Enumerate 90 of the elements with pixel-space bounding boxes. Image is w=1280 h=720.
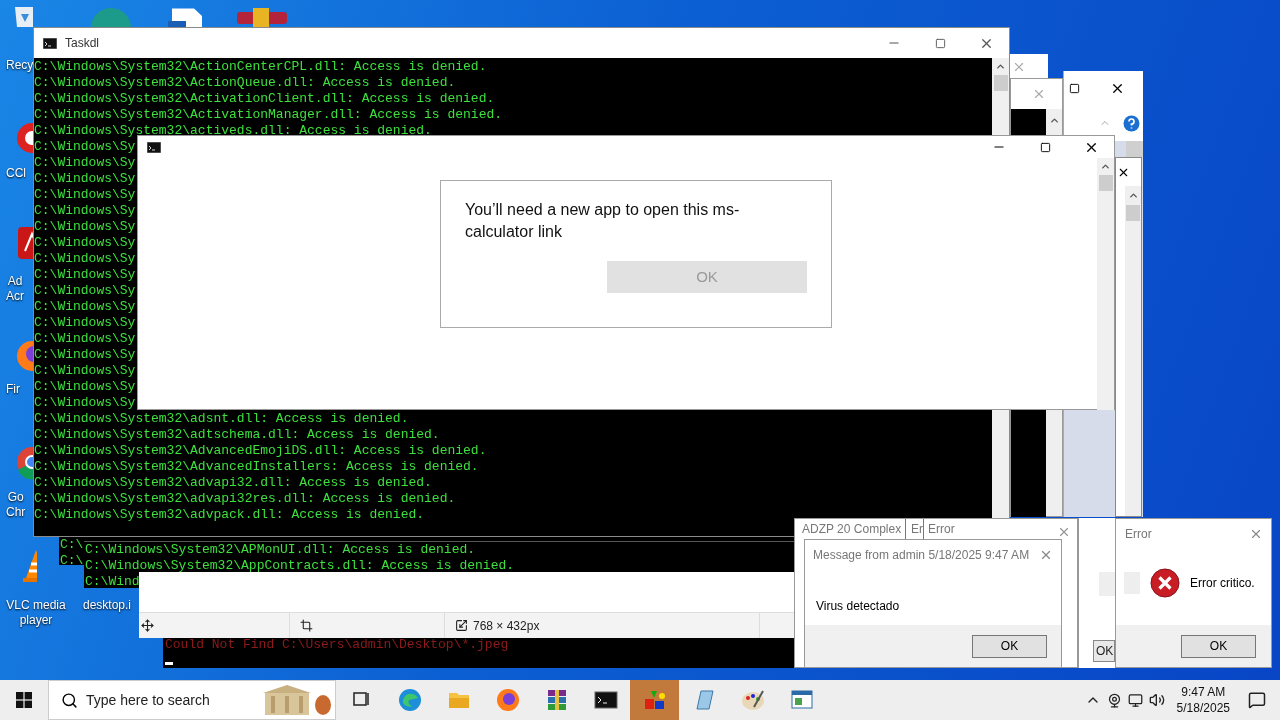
firefox-icon[interactable] bbox=[494, 687, 521, 713]
notifications-icon[interactable] bbox=[1248, 691, 1266, 709]
move-icon[interactable] bbox=[141, 619, 154, 632]
scroll-up-icon[interactable] bbox=[1100, 161, 1111, 172]
window-title: Error bbox=[928, 522, 955, 536]
scroll-up-icon[interactable] bbox=[1127, 190, 1139, 201]
error-icon bbox=[1150, 568, 1180, 598]
dialog-title: Error bbox=[1125, 526, 1152, 543]
edge-icon[interactable] bbox=[396, 687, 423, 713]
console-line: C:\Windows\Sy bbox=[34, 171, 136, 187]
ok-button[interactable]: OK bbox=[1093, 640, 1115, 662]
console-line: C:\Windows\System32\activeds.dll: Access is denied. bbox=[34, 123, 432, 139]
window-title: ADZP 20 Complex bbox=[802, 522, 903, 536]
search-icon bbox=[61, 691, 78, 709]
recycle-bin-icon bbox=[14, 4, 33, 27]
console-icon bbox=[43, 37, 57, 49]
console-line: C:\Wind bbox=[85, 574, 140, 590]
text-cursor bbox=[165, 662, 173, 665]
console-line: C:\Windows\Sy bbox=[34, 235, 136, 251]
console-line: C:\Windows\Sy bbox=[34, 267, 136, 283]
console-line: C:\Windows\System32\ActionQueue.dll: Access is denied. bbox=[34, 75, 456, 91]
console-line: C:\Windows\System32\ActivationClient.dll: Access is denied. bbox=[34, 91, 495, 107]
dialog-message: Virus detectado bbox=[816, 599, 900, 613]
console-line: C:\Windows\Sy bbox=[34, 139, 136, 155]
search-placeholder: Type here to search bbox=[86, 690, 210, 710]
desktop-icon-label[interactable]: Recy bbox=[6, 58, 34, 73]
scroll-thumb[interactable] bbox=[1126, 205, 1140, 221]
archive-icon bbox=[237, 8, 287, 27]
camera-icon[interactable] bbox=[1106, 692, 1122, 708]
console-line: C:\ bbox=[60, 537, 84, 553]
desktop-icon-label[interactable]: Go Chr bbox=[6, 490, 26, 520]
windows-icon bbox=[16, 692, 32, 708]
console-line: C:\Windows\Sy bbox=[34, 315, 136, 331]
dialog-title: Message from admin 5/18/2025 9:47 AM bbox=[813, 547, 1030, 564]
scrollbar[interactable] bbox=[1125, 186, 1141, 516]
console-line: C:\Windows\Sy bbox=[34, 283, 136, 299]
image-size: 768 × 432px bbox=[473, 617, 540, 635]
console-line: C:\Windows\Sy bbox=[34, 219, 136, 235]
network-icon[interactable] bbox=[1127, 692, 1143, 708]
crop-icon[interactable] bbox=[300, 619, 313, 632]
console-line: C:\Windows\System32\advapi32.dll: Access is denied. bbox=[34, 475, 432, 491]
console-line: C:\Windows\Sy bbox=[34, 331, 136, 347]
clock[interactable]: 9:47 AM 5/18/2025 bbox=[1172, 684, 1234, 716]
console-line: C:\Windows\Sy bbox=[34, 203, 136, 219]
console-line: C:\Windows\System32\AdvancedEmojiDS.dll: Access is denied. bbox=[34, 443, 487, 459]
error-line: Could Not Find C:\Users\admin\Desktop\*.jpeg bbox=[165, 638, 509, 652]
console-line: C:\Windows\System32\adtschema.dll: Access is denied. bbox=[34, 427, 440, 443]
scroll-thumb[interactable] bbox=[1098, 175, 1113, 191]
scrollbar[interactable] bbox=[1097, 158, 1114, 410]
desktop-icon-label[interactable]: Fir bbox=[6, 382, 20, 397]
console-line: C:\Windows\System32\advpack.dll: Access is denied. bbox=[34, 507, 425, 523]
console-line: C:\Windows\Sy bbox=[34, 395, 136, 411]
browser-icon bbox=[88, 7, 134, 27]
scrollbar[interactable] bbox=[992, 58, 1009, 135]
console-icon bbox=[147, 141, 161, 153]
window-title: Er bbox=[911, 522, 923, 536]
maximize-icon[interactable] bbox=[1039, 141, 1051, 153]
console-line: C:\Windows\Sy bbox=[34, 379, 136, 395]
console-line: C:\Windows\System32\advapi32res.dll: Access is denied. bbox=[34, 491, 456, 507]
scrollbar-track bbox=[1126, 141, 1143, 157]
volume-icon[interactable] bbox=[1148, 692, 1165, 708]
resize-icon bbox=[455, 619, 468, 632]
window-title: Taskdl bbox=[65, 35, 99, 52]
console-line: C:\Windows\System32\AdvancedInstallers: Access is denied. bbox=[34, 459, 479, 475]
search-field[interactable]: Type here to search bbox=[48, 680, 336, 720]
console-line: C:\ bbox=[60, 553, 84, 569]
desktop-icon-label[interactable]: Ad Acr bbox=[6, 274, 24, 304]
desktop-icon-label[interactable]: CCl bbox=[6, 166, 26, 181]
dialog-message: Error critico. bbox=[1190, 575, 1255, 592]
console-line: C:\Windows\Sy bbox=[34, 299, 136, 315]
scroll-up-icon[interactable] bbox=[995, 61, 1006, 72]
console-line: C:\Windows\Sy bbox=[34, 155, 136, 171]
maximize-icon[interactable] bbox=[1069, 82, 1080, 94]
console-line: C:\Windows\System32\ActivationManager.dll: Access is denied. bbox=[34, 107, 503, 123]
console-line: C:\Windows\Sy bbox=[34, 187, 136, 203]
scroll-thumb[interactable] bbox=[993, 75, 1008, 91]
help-icon[interactable] bbox=[1123, 114, 1140, 132]
scroll-up-icon[interactable] bbox=[1048, 115, 1060, 126]
ok-button[interactable]: OK bbox=[972, 634, 1047, 658]
console-line: C:\Windows\Sy bbox=[34, 363, 136, 379]
desktop-icon-label[interactable]: desktop.i bbox=[83, 598, 132, 613]
console-line: C:\Windows\System32\adsnt.dll: Access is denied. bbox=[34, 411, 409, 427]
console-line: C:\Windows\Sy bbox=[34, 251, 136, 267]
console-line: C:\Windows\System32\AppContracts.dll: Access is denied. bbox=[85, 558, 515, 574]
console-line: C:\Windows\System32\ActionCenterCPL.dll: Access is denied. bbox=[34, 59, 487, 75]
console-line: C:\Windows\System32\APMonUI.dll: Access is denied. bbox=[85, 542, 476, 558]
desktop-icon-label[interactable]: VLC media player bbox=[6, 598, 66, 628]
dialog-message: You’ll need a new app to open this ms-calculator link bbox=[465, 200, 741, 242]
ok-button[interactable]: OK bbox=[1181, 634, 1256, 658]
console-line: C:\Windows\Sy bbox=[34, 347, 136, 363]
